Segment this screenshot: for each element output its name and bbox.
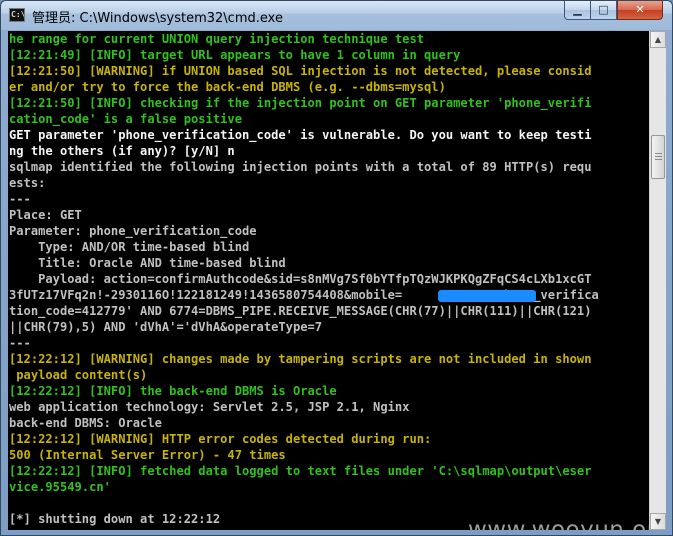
console-line: [12:22:12] [INFO] the back-end DBMS is O…: [9, 384, 337, 398]
console-line: 500 (Internal Server Error) - 47 times: [9, 448, 286, 462]
arrow-up-icon: ▲: [654, 35, 662, 44]
console-line: tion_code=412779' AND 6774=DBMS_PIPE.REC…: [9, 304, 592, 318]
console-line: ---: [9, 336, 31, 350]
watermark-text: www.wooyun.org: [468, 517, 649, 530]
console-line: [12:22:12] [INFO] fetched data logged to…: [9, 464, 592, 478]
console-line: cation_code' is a false positive: [9, 112, 242, 126]
console-line: [12:21:50] [INFO] checking if the inject…: [9, 96, 592, 110]
scroll-up-button[interactable]: ▲: [650, 31, 666, 48]
console-line: Title: Oracle AND time-based blind: [9, 256, 286, 270]
console-line: payload content(s): [9, 368, 148, 382]
arrow-down-icon: ▼: [654, 517, 662, 526]
console-line: ests:: [9, 176, 46, 190]
window-title: 管理员: C:\Windows\system32\cmd.exe: [32, 11, 283, 26]
redaction-mark: [438, 290, 536, 302]
console-line: Type: AND/OR time-based blind: [9, 240, 250, 254]
cmd-icon[interactable]: C:\: [9, 8, 25, 22]
console-output[interactable]: he range for current UNION query injecti…: [8, 31, 649, 530]
console-line: back-end DBMS: Oracle: [9, 416, 162, 430]
console-line: [12:22:12] [WARNING] changes made by tam…: [9, 352, 592, 366]
console-line: [12:21:50] [WARNING] if UNION based SQL …: [9, 64, 592, 78]
minimize-button[interactable]: ▁: [564, 1, 591, 20]
console-line: Parameter: phone_verification_code: [9, 224, 257, 238]
grip-line-icon: [655, 159, 662, 160]
console-line: [12:22:12] [WARNING] HTTP error codes de…: [9, 432, 432, 446]
grip-line-icon: [655, 156, 662, 157]
console-line: Payload: action=confirmAuthcode&sid=s8nM…: [9, 272, 592, 286]
console-line: sqlmap identified the following injectio…: [9, 160, 592, 174]
console-line: vice.95549.cn': [9, 480, 111, 494]
console-lines: he range for current UNION query injecti…: [9, 32, 649, 528]
console-line: er and/or try to force the back-end DBMS…: [9, 80, 446, 94]
console-line: Place: GET: [9, 208, 82, 222]
console-line: ---: [9, 192, 31, 206]
console-line: web application technology: Servlet 2.5,…: [9, 400, 410, 414]
vertical-scrollbar[interactable]: ▲ ▼: [649, 31, 666, 530]
console-line: ng the others (if any)? [y/N] n: [9, 144, 235, 158]
console-line: he range for current UNION query injecti…: [9, 32, 425, 46]
title-bar[interactable]: C:\ 管理员: C:\Windows\system32\cmd.exe ▁ □…: [1, 1, 672, 30]
close-button[interactable]: ✕: [617, 1, 663, 20]
scrollbar-thumb[interactable]: [651, 135, 665, 179]
console-line: 3fUTz17VFq2n!-2930116O!122181249!1436580…: [9, 288, 599, 302]
scroll-down-button[interactable]: ▼: [650, 513, 666, 530]
console-line: GET parameter 'phone_verification_code' …: [9, 128, 592, 142]
console-line: ||CHR(79),5) AND 'dVhA'='dVhA&operateTyp…: [9, 320, 323, 334]
grip-line-icon: [655, 153, 662, 154]
maximize-button[interactable]: □: [590, 1, 617, 20]
cmd-window: C:\ 管理员: C:\Windows\system32\cmd.exe ▁ □…: [0, 0, 673, 536]
console-line: [12:21:49] [INFO] target URL appears to …: [9, 48, 461, 62]
